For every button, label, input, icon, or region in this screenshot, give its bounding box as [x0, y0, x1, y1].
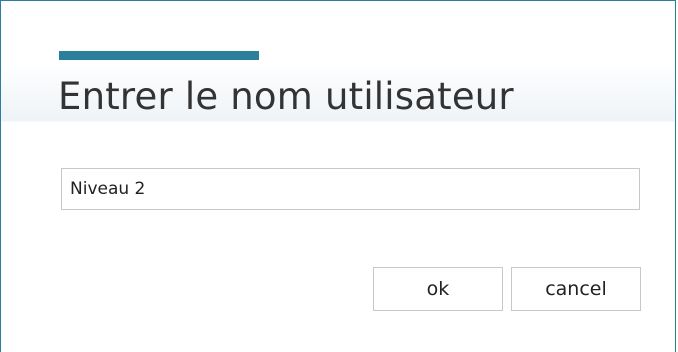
ok-button[interactable]: ok [373, 267, 503, 311]
username-dialog: Entrer le nom utilisateur ok cancel [0, 0, 676, 352]
username-input[interactable] [61, 168, 640, 210]
cancel-button[interactable]: cancel [511, 267, 641, 311]
title-accent-bar [59, 51, 259, 60]
dialog-title: Entrer le nom utilisateur [58, 75, 514, 118]
